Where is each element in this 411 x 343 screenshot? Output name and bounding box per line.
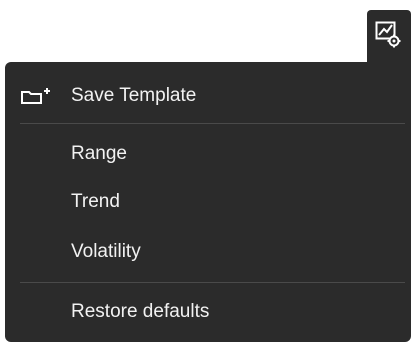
menu-item-save-template[interactable]: Save Template [5,74,411,118]
menu-item-trend[interactable]: Trend [5,180,411,224]
chart-settings-button[interactable] [367,10,411,62]
menu-divider [20,282,405,283]
chart-settings-menu: Save Template Range Trend Volatility Res… [5,62,411,342]
chart-settings-icon [375,21,401,48]
menu-item-volatility[interactable]: Volatility [5,230,411,274]
menu-divider [20,123,405,124]
menu-item-range[interactable]: Range [5,132,411,176]
menu-item-label: Trend [71,191,120,212]
menu-item-label: Range [71,143,127,164]
menu-item-label: Restore defaults [71,301,210,322]
menu-item-label: Save Template [71,85,197,106]
folder-add-icon [20,86,50,111]
menu-item-label: Volatility [71,241,141,262]
menu-item-restore-defaults[interactable]: Restore defaults [5,290,411,334]
